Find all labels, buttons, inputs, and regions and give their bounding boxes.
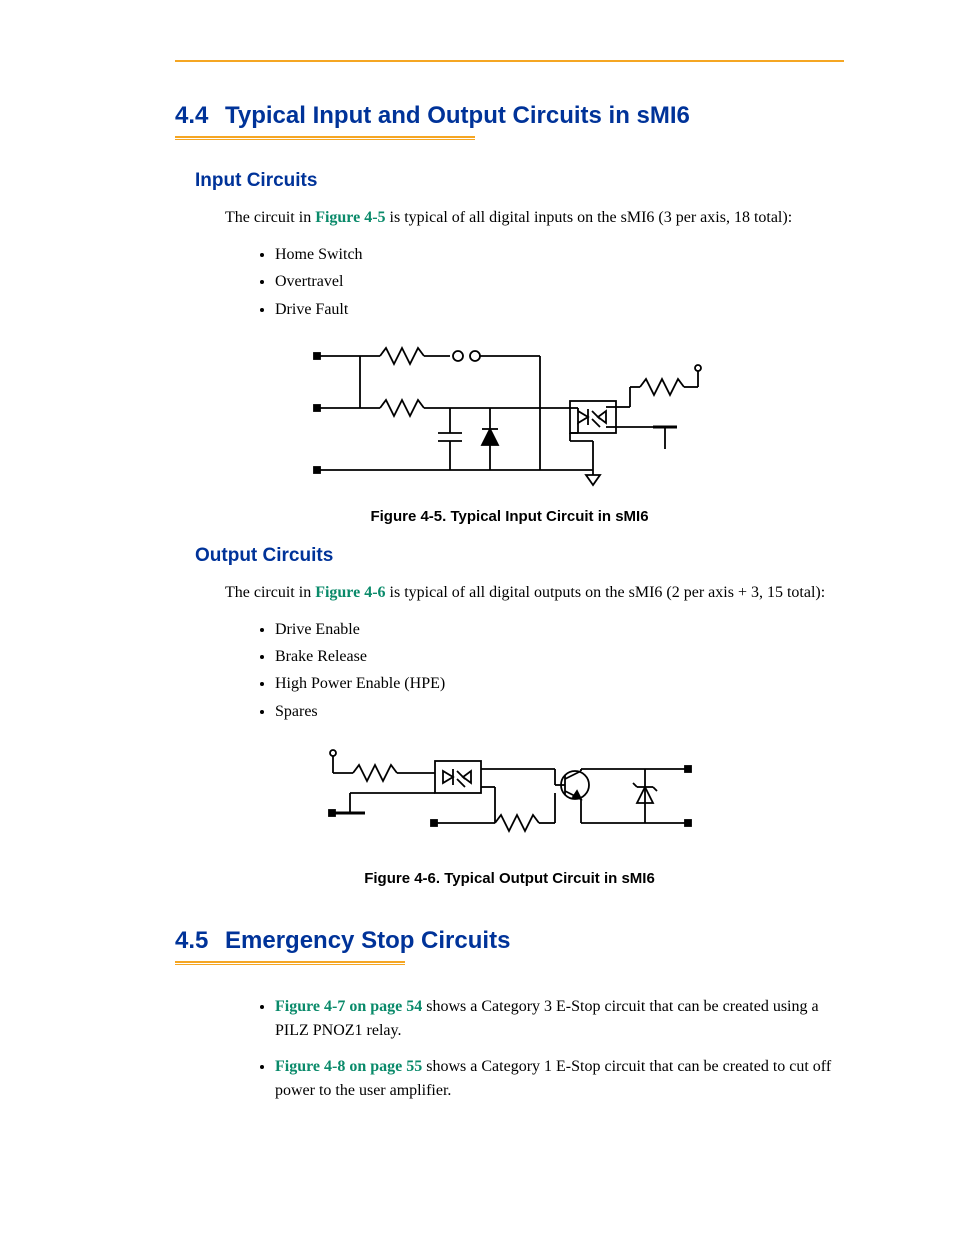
xref-figure-4-7[interactable]: Figure 4-7 on page 54 — [275, 998, 422, 1015]
list-item: Drive Fault — [275, 296, 844, 323]
output-circuits-list: Drive Enable Brake Release High Power En… — [245, 616, 844, 725]
list-item: Brake Release — [275, 643, 844, 670]
list-item: Overtravel — [275, 268, 844, 295]
xref-figure-4-5[interactable]: Figure 4-5 — [315, 209, 385, 226]
text: The circuit in — [225, 584, 315, 601]
list-item: High Power Enable (HPE) — [275, 670, 844, 697]
section-number: 4.4 — [175, 102, 225, 130]
list-item: Drive Enable — [275, 616, 844, 643]
schematic-output-icon — [325, 743, 695, 853]
subheading-output-circuits: Output Circuits — [195, 545, 844, 567]
text: The circuit in — [225, 209, 315, 226]
input-circuits-list: Home Switch Overtravel Drive Fault — [245, 241, 844, 323]
section-heading-4-5: 4.5 Emergency Stop Circuits — [175, 927, 844, 955]
figure-4-6: Figure 4-6. Typical Output Circuit in sM… — [175, 743, 844, 887]
paragraph-input-intro: The circuit in Figure 4-5 is typical of … — [225, 206, 844, 229]
text: is typical of all digital outputs on the… — [386, 584, 826, 601]
xref-figure-4-6[interactable]: Figure 4-6 — [315, 584, 385, 601]
xref-figure-4-8[interactable]: Figure 4-8 on page 55 — [275, 1058, 422, 1075]
heading-underline — [175, 136, 475, 140]
section-heading-4-4: 4.4 Typical Input and Output Circuits in… — [175, 102, 844, 130]
estop-reference-list: Figure 4-7 on page 54 shows a Category 3… — [245, 995, 844, 1103]
heading-underline — [175, 961, 405, 965]
list-item: Home Switch — [275, 241, 844, 268]
section-number: 4.5 — [175, 927, 225, 955]
list-item: Figure 4-8 on page 55 shows a Category 1… — [275, 1055, 844, 1103]
subheading-input-circuits: Input Circuits — [195, 170, 844, 192]
figure-caption: Figure 4-5. Typical Input Circuit in sMI… — [175, 508, 844, 525]
paragraph-output-intro: The circuit in Figure 4-6 is typical of … — [225, 581, 844, 604]
list-item: Figure 4-7 on page 54 shows a Category 3… — [275, 995, 844, 1043]
header-rule — [175, 60, 844, 62]
figure-4-5: Figure 4-5. Typical Input Circuit in sMI… — [175, 341, 844, 525]
schematic-input-icon — [310, 341, 710, 491]
section-title: Typical Input and Output Circuits in sMI… — [225, 102, 690, 130]
document-page: 4.4 Typical Input and Output Circuits in… — [0, 0, 954, 1181]
text: is typical of all digital inputs on the … — [386, 209, 793, 226]
figure-caption: Figure 4-6. Typical Output Circuit in sM… — [175, 870, 844, 887]
list-item: Spares — [275, 698, 844, 725]
section-title: Emergency Stop Circuits — [225, 927, 510, 955]
